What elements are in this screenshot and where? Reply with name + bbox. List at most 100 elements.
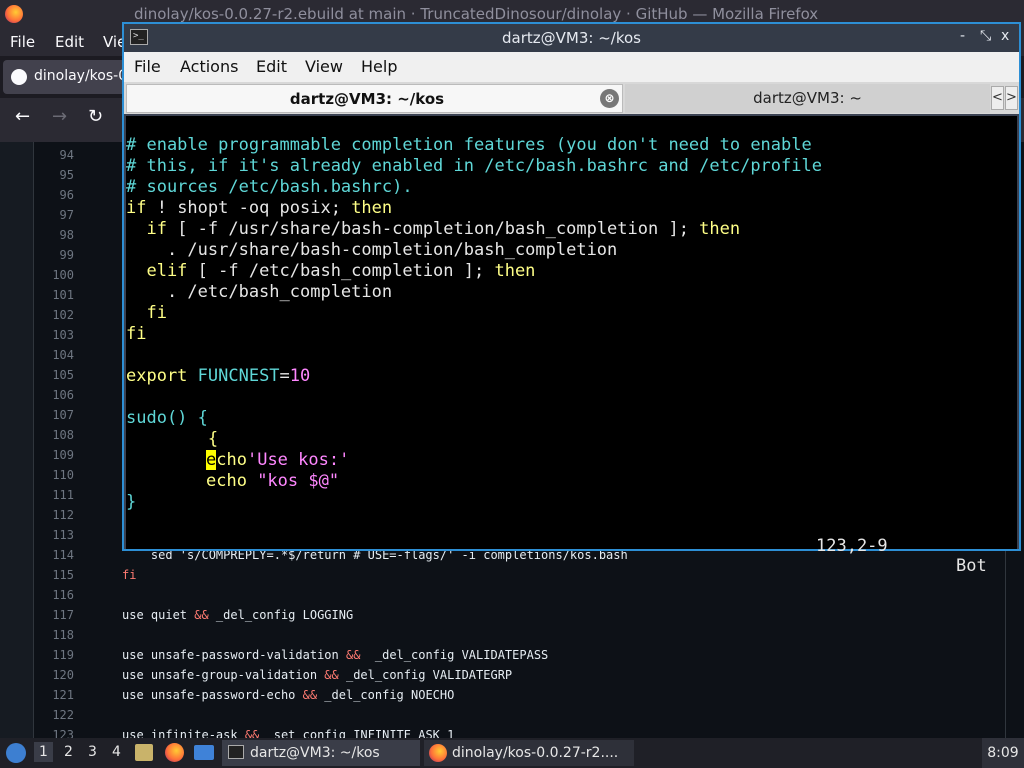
- terminal-menu-edit[interactable]: Edit: [256, 57, 287, 76]
- code-line: 111: [34, 488, 74, 508]
- code-line: 109: [34, 448, 74, 468]
- task-firefox[interactable]: dinolay/kos-0.0.27-r2....: [424, 740, 634, 766]
- line-number: 102: [52, 308, 74, 322]
- line-number: 104: [52, 348, 74, 362]
- terminal-title: dartz@VM3: ~/kos: [502, 29, 641, 47]
- vim-line: # enable programmable completion feature…: [126, 135, 812, 155]
- code-line: 121 use unsafe-password-echo && _del_conf…: [34, 688, 454, 708]
- terminal-menubar: File Actions Edit View Help: [124, 52, 1019, 82]
- vim-line: . /etc/bash_completion: [126, 282, 393, 302]
- code-line: 105: [34, 368, 74, 388]
- line-number: 118: [52, 628, 74, 642]
- terminal-body[interactable]: # enable programmable completion feature…: [126, 116, 1017, 576]
- terminal-menu-actions[interactable]: Actions: [180, 57, 238, 76]
- workspace-3[interactable]: 3: [88, 744, 97, 760]
- vim-line: # sources /etc/bash.bashrc).: [126, 177, 413, 197]
- code-line: 94: [34, 148, 74, 168]
- maximize-icon[interactable]: ⤡: [980, 28, 991, 44]
- line-number: 100: [52, 268, 74, 282]
- code-text: use quiet && _del_config LOGGING: [122, 608, 354, 622]
- back-icon[interactable]: ←: [15, 106, 30, 127]
- code-line: 110: [34, 468, 74, 488]
- github-icon: [11, 69, 27, 85]
- code-line: 95: [34, 168, 74, 188]
- code-line: 97: [34, 208, 74, 228]
- workspace-1[interactable]: 1: [34, 742, 53, 762]
- cursor-position: 123,2-9: [816, 536, 888, 556]
- code-line: 107: [34, 408, 74, 428]
- code-line: 120 use unsafe-group-validation && _del_c…: [34, 668, 512, 688]
- line-number: 121: [52, 688, 74, 702]
- vim-statusline: 123,2-9 Bot: [126, 516, 1017, 576]
- tab-scroll-right-icon[interactable]: >: [1005, 86, 1018, 110]
- terminal-titlebar: >_ dartz@VM3: ~/kos - ⤡ x: [124, 24, 1019, 52]
- code-line: 103: [34, 328, 74, 348]
- code-text: use unsafe-password-validation && _del_c…: [122, 648, 549, 662]
- terminal-task-icon: [228, 745, 244, 759]
- tab-close-icon[interactable]: ⊗: [600, 89, 619, 108]
- vim-cursor: e: [206, 450, 217, 470]
- terminal-menu-file[interactable]: File: [134, 57, 161, 76]
- terminal-tabbar: dartz@VM3: ~/kos ⊗ dartz@VM3: ~ < >: [124, 82, 1019, 114]
- code-line: 96: [34, 188, 74, 208]
- terminal-menu-help[interactable]: Help: [361, 57, 397, 76]
- window-title: dinolay/kos-0.0.27-r2.ebuild at main · T…: [134, 5, 819, 23]
- vim-line: if [ -f /usr/share/bash-completion/bash_…: [126, 219, 741, 239]
- line-number: 110: [52, 468, 74, 482]
- line-number: 111: [52, 488, 74, 502]
- close-icon[interactable]: x: [1001, 28, 1009, 44]
- desktop-icon[interactable]: [194, 745, 214, 760]
- line-number: 106: [52, 388, 74, 402]
- line-number: 117: [52, 608, 74, 622]
- browser-tab-label: dinolay/kos-0: [34, 68, 128, 84]
- firefox-launcher-icon[interactable]: [165, 743, 184, 762]
- terminal-menu-view[interactable]: View: [305, 57, 343, 76]
- terminal-tab-home[interactable]: dartz@VM3: ~: [625, 84, 990, 113]
- line-number: 108: [52, 428, 74, 442]
- vim-line: sudo() {: [126, 408, 208, 428]
- line-number: 115: [52, 568, 74, 582]
- code-line: 99: [34, 248, 74, 268]
- code-line: 113: [34, 528, 74, 548]
- line-number: 98: [59, 228, 74, 242]
- start-menu-icon[interactable]: [6, 743, 26, 763]
- code-line: 119 use unsafe-password-validation && _de…: [34, 648, 548, 668]
- workspace-2[interactable]: 2: [64, 744, 73, 760]
- code-line: 122: [34, 708, 74, 728]
- file-manager-icon[interactable]: [135, 744, 153, 761]
- line-number: 97: [59, 208, 74, 222]
- code-line: 98: [34, 228, 74, 248]
- code-line: 104: [34, 348, 74, 368]
- vim-line: {: [126, 429, 219, 449]
- code-line: 114 sed 's/COMPREPLY=.*$/return # USE=-f…: [34, 548, 627, 568]
- code-line: 102: [34, 308, 74, 328]
- forward-icon[interactable]: →: [52, 106, 67, 127]
- code-line: 101: [34, 288, 74, 308]
- reload-icon[interactable]: ↻: [88, 106, 103, 127]
- line-number: 114: [52, 548, 74, 562]
- vim-line: export FUNCNEST=10: [126, 366, 311, 386]
- scroll-position: Bot: [956, 556, 987, 576]
- line-number: 99: [59, 248, 74, 262]
- tab-scroll-left-icon[interactable]: <: [991, 86, 1004, 110]
- line-number: 122: [52, 708, 74, 722]
- left-gutter: [0, 142, 34, 738]
- taskbar: 1 2 3 4 dartz@VM3: ~/kos dinolay/kos-0.0…: [0, 738, 1024, 768]
- menu-file[interactable]: File: [10, 33, 35, 51]
- code-line: 100: [34, 268, 74, 288]
- vim-line: . /usr/share/bash-completion/bash_comple…: [126, 240, 618, 260]
- firefox-icon: [5, 5, 23, 23]
- terminal-tab-kos[interactable]: dartz@VM3: ~/kos ⊗: [126, 84, 623, 113]
- task-terminal[interactable]: dartz@VM3: ~/kos: [222, 740, 420, 766]
- code-line: 115 fi: [34, 568, 136, 588]
- line-number: 95: [59, 168, 74, 182]
- workspace-4[interactable]: 4: [112, 744, 121, 760]
- menu-edit[interactable]: Edit: [55, 33, 84, 51]
- terminal-tab-label: dartz@VM3: ~/kos: [289, 90, 445, 108]
- vim-line: echo "kos $@": [206, 471, 340, 491]
- line-number: 116: [52, 588, 74, 602]
- minimize-icon[interactable]: -: [960, 28, 965, 44]
- vim-line: echo'Use kos:': [206, 450, 350, 470]
- code-line: 118: [34, 628, 74, 648]
- vim-line: if ! shopt -oq posix; then: [126, 198, 393, 218]
